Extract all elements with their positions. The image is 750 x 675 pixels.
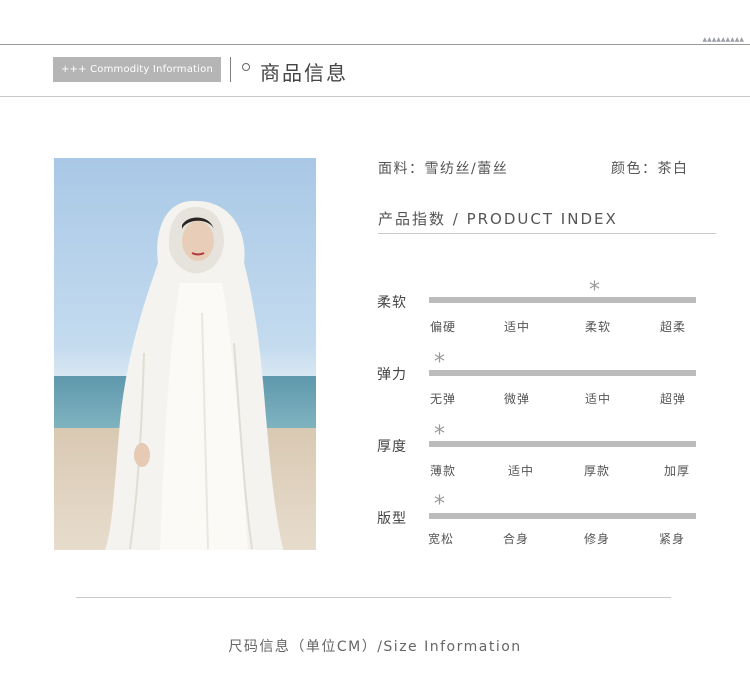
footer-divider xyxy=(76,597,671,598)
attr-label-elasticity: 弹力 xyxy=(377,367,407,383)
attr-label-fit: 版型 xyxy=(377,511,407,527)
scale-option: 厚款 xyxy=(584,464,611,478)
scale-marker-thickness: * xyxy=(434,422,445,447)
size-information-title: 尺码信息（单位CM）/Size Information xyxy=(228,639,522,655)
scale-option: 适中 xyxy=(504,320,531,334)
scale-option: 加厚 xyxy=(664,464,691,478)
scale-option: 薄款 xyxy=(430,464,457,478)
product-index-title: 产品指数 / PRODUCT INDEX xyxy=(378,210,618,228)
top-divider xyxy=(0,44,750,45)
color-info: 颜色：茶白 xyxy=(611,161,689,177)
scale-option: 合身 xyxy=(503,532,530,546)
fabric-info: 面料：雪纺丝/蕾丝 xyxy=(378,161,509,177)
scale-bar-thickness xyxy=(429,441,696,447)
scale-option: 微弹 xyxy=(504,392,531,406)
scale-marker-fit: * xyxy=(434,492,445,517)
circle-dot-icon xyxy=(242,63,250,71)
attr-label-softness: 柔软 xyxy=(377,295,407,311)
scale-bar-elasticity xyxy=(429,370,696,376)
model-in-white-cape xyxy=(105,200,284,550)
scale-option: 适中 xyxy=(508,464,535,478)
scale-option: 超柔 xyxy=(660,320,687,334)
scale-option: 无弹 xyxy=(430,392,457,406)
scale-option: 超弹 xyxy=(660,392,687,406)
scale-marker-elasticity: * xyxy=(434,350,445,375)
attr-label-thickness: 厚度 xyxy=(377,439,407,455)
scale-option: 宽松 xyxy=(428,532,455,546)
scale-option: 紧身 xyxy=(659,532,686,546)
scale-option: 柔软 xyxy=(585,320,612,334)
scale-option: 偏硬 xyxy=(430,320,457,334)
section-tag: +++ Commodity Information xyxy=(53,57,221,82)
decorative-triangles: ▲▲▲▲▲▲▲▲▲ xyxy=(702,36,744,43)
product-index-underline xyxy=(378,233,716,234)
scale-marker-softness: * xyxy=(589,278,600,303)
scale-option: 适中 xyxy=(585,392,612,406)
scale-option: 修身 xyxy=(584,532,611,546)
scale-bar-fit xyxy=(429,513,696,519)
scale-bar-softness xyxy=(429,297,696,303)
header-divider xyxy=(0,96,750,97)
product-photo xyxy=(54,158,316,550)
section-title: 商品信息 xyxy=(260,61,348,85)
header-separator xyxy=(230,57,231,82)
